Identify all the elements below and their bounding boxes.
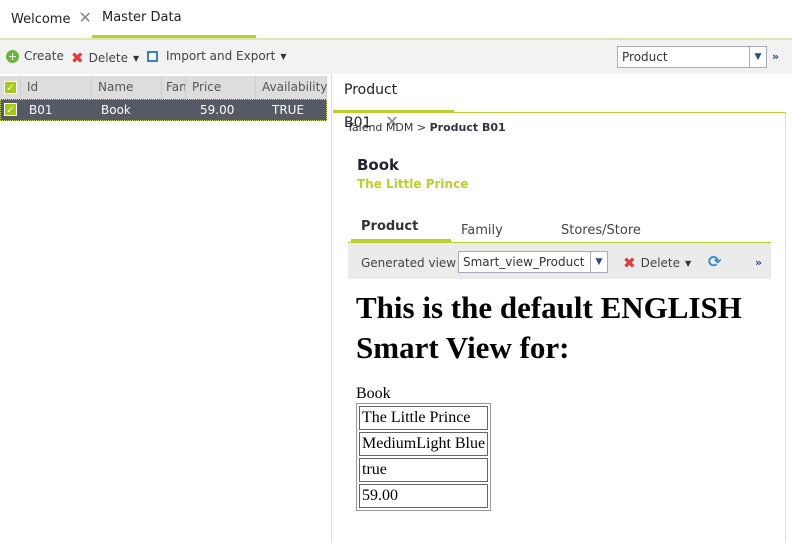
- tab-welcome[interactable]: Welcome ✕: [11, 0, 92, 38]
- entity-select-value: Product: [622, 50, 668, 64]
- create-label: Create: [24, 49, 64, 63]
- column-header-name[interactable]: Name: [92, 76, 162, 99]
- chevron-down-icon[interactable]: ▼: [590, 252, 607, 272]
- view-select[interactable]: Smart_view_Product te ▼: [458, 251, 608, 273]
- close-icon[interactable]: ✕: [78, 8, 91, 27]
- row-checkbox[interactable]: ✓: [4, 99, 17, 121]
- smartview-cell: true: [359, 458, 489, 482]
- add-icon: +: [6, 49, 19, 63]
- tab-master-data-browser[interactable]: Master Data Browser✕: [92, 0, 256, 63]
- view-delete-button[interactable]: ✖ Delete ▼: [623, 254, 691, 272]
- chevron-down-icon[interactable]: ▼: [749, 47, 766, 67]
- save-icon: [147, 50, 158, 62]
- record-subtitle: The Little Prince: [357, 177, 469, 191]
- smartview-table: The Little Prince MediumLight Blue true …: [356, 403, 492, 511]
- subtab-product[interactable]: Product: [351, 219, 451, 242]
- delete-label: Delete: [640, 256, 681, 270]
- smartview-cell: 59.00: [359, 484, 489, 508]
- smartview-name: Book: [356, 385, 391, 402]
- more-icon[interactable]: »: [755, 256, 762, 269]
- delete-icon: ✖: [71, 49, 84, 67]
- import-export-button[interactable]: Import and Export ▼: [147, 49, 286, 63]
- column-header-id[interactable]: Id: [21, 76, 92, 99]
- cell-id: B01: [29, 103, 53, 117]
- breadcrumb-sep: >: [416, 121, 427, 134]
- tab-product-b01[interactable]: Product B01 ✕: [333, 74, 454, 131]
- delete-icon: ✖: [623, 254, 636, 272]
- caret-down-icon: ▼: [685, 258, 692, 268]
- breadcrumb-root[interactable]: Talend MDM: [347, 121, 413, 134]
- smartview-cell: MediumLight Blue: [359, 432, 489, 456]
- column-header-availability[interactable]: Availability: [256, 76, 327, 99]
- cell-availability: TRUE: [272, 103, 305, 117]
- entity-select[interactable]: Product ▼: [617, 46, 767, 68]
- caret-down-icon: ▼: [133, 53, 140, 63]
- panel-border: [785, 113, 786, 543]
- smartview-heading: This is the default ENGLISH Smart View f…: [356, 290, 742, 365]
- tab-label: Welcome: [11, 12, 71, 27]
- create-button[interactable]: + Create: [6, 49, 64, 63]
- column-header-price[interactable]: Price: [186, 76, 256, 99]
- column-header-family[interactable]: Fan: [162, 76, 186, 99]
- tab-divider: [333, 112, 786, 113]
- subtab-family[interactable]: Family: [461, 223, 503, 238]
- breadcrumb-current: Product B01: [429, 121, 506, 134]
- cell-price: 59.00: [200, 103, 235, 117]
- select-all-checkbox[interactable]: ✓: [0, 76, 21, 99]
- view-select-value: Smart_view_Product te: [463, 255, 587, 269]
- smartview-cell: The Little Prince: [359, 406, 489, 430]
- delete-label: Delete: [88, 51, 129, 65]
- more-icon[interactable]: »: [772, 50, 779, 63]
- delete-button[interactable]: ✖ Delete ▼: [71, 49, 139, 67]
- refresh-icon[interactable]: ⟳: [708, 252, 721, 271]
- subtab-stores[interactable]: Stores/Store: [561, 223, 641, 238]
- view-label: Generated view: [361, 256, 457, 270]
- cell-name: Book: [101, 103, 131, 117]
- import-export-label: Import and Export: [166, 49, 276, 63]
- record-title: Book: [357, 156, 400, 174]
- splitter[interactable]: [331, 74, 332, 543]
- caret-down-icon: ▼: [280, 51, 287, 61]
- breadcrumb: Talend MDM > Product B01: [347, 121, 506, 134]
